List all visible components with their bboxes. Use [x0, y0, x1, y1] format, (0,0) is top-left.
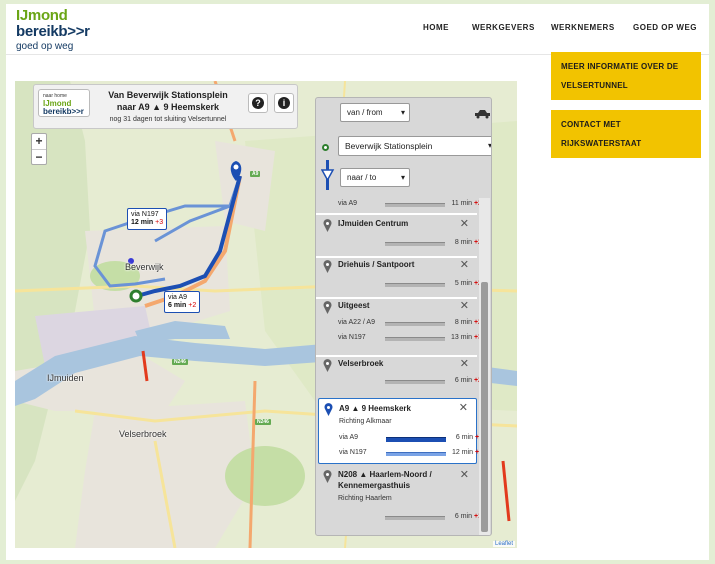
item-subtitle: Richting Alkmaar: [339, 418, 392, 425]
list-item[interactable]: Uitgeest ✕ via A22 / A9 8 min +2 via N19…: [318, 299, 479, 353]
route-map[interactable]: Beverwijk IJmuiden Velserbroek A9 N246 N…: [15, 81, 517, 548]
item-title: Velserbroek: [338, 359, 384, 368]
item-title-line-2: Kennemergasthuis: [338, 481, 411, 490]
contact-rijkswaterstaat-button[interactable]: CONTACT MET RIJKSWATERSTAAT: [551, 110, 701, 158]
help-button[interactable]: ?: [248, 93, 268, 113]
direction-to-select[interactable]: naar / to: [340, 168, 410, 187]
home-button[interactable]: naar home IJmond bereikb>>r: [38, 89, 90, 117]
nav-goed-op-weg[interactable]: GOED OP WEG: [633, 23, 697, 32]
home-button-logo-2: bereikb>>r: [43, 107, 84, 116]
item-title: Driehuis / Santpoort: [338, 260, 415, 269]
shield-a9: A9: [250, 171, 261, 177]
route-row: 8 min +2: [338, 239, 479, 249]
site-logo[interactable]: IJmond bereikb>>r goed op weg: [16, 8, 90, 52]
item-title: Uitgeest: [338, 301, 370, 310]
map-label-velserbroek: Velserbroek: [119, 429, 167, 439]
close-icon[interactable]: ✕: [460, 468, 469, 481]
list-item[interactable]: Driehuis / Santpoort ✕ 5 min +2: [318, 258, 479, 296]
shield-n246-2: N246: [255, 419, 271, 425]
item-title: IJmuiden Centrum: [338, 219, 409, 228]
route-row: 5 min +2: [338, 280, 479, 290]
scrollbar-thumb[interactable]: [481, 282, 488, 532]
location-pin-icon: [323, 301, 332, 314]
zoom-control: + −: [31, 133, 47, 165]
route-row: via N197 13 min +3: [338, 334, 479, 341]
logo-line-2: bereikb>>r: [16, 23, 90, 40]
route-tooltip-a9[interactable]: via A9 6 min +2: [164, 291, 201, 313]
route-row: via N197 12 min +3: [339, 449, 479, 456]
shield-n246-1: N246: [172, 359, 188, 365]
close-icon[interactable]: ✕: [460, 357, 469, 370]
from-location-select[interactable]: Beverwijk Stationsplein: [338, 136, 491, 156]
location-pin-icon: [323, 359, 332, 372]
route-direction-icon: [321, 160, 335, 190]
page: IJmond bereikb>>r goed op weg HOME WERKG…: [6, 4, 709, 560]
help-icon: ?: [252, 97, 264, 109]
close-icon[interactable]: ✕: [459, 401, 468, 414]
route-panel: van / from Beverwijk Stationsplein naar …: [315, 97, 492, 536]
origin-icon: [322, 144, 329, 151]
tooltip-min: 12 min: [131, 219, 154, 226]
info-button[interactable]: i: [274, 93, 294, 113]
tooltip-via: via A9: [168, 294, 188, 301]
zoom-in-button[interactable]: +: [32, 134, 46, 149]
zoom-out-button[interactable]: −: [32, 149, 46, 164]
close-icon[interactable]: ✕: [460, 299, 469, 312]
route-row: via A9 11 min +2: [338, 200, 479, 207]
item-subtitle: Richting Haarlem: [338, 495, 392, 502]
close-icon[interactable]: ✕: [460, 217, 469, 230]
item-title: N208 ▲ Haarlem-Noord /: [338, 470, 432, 479]
route-title-line-2: naar A9 ▲ 9 Heemskerk: [116, 102, 220, 112]
nav-werkgevers[interactable]: WERKGEVERS: [472, 23, 535, 32]
route-row: 6 min +1: [338, 513, 479, 523]
list-item-selected[interactable]: A9 ▲ 9 Heemskerk ✕ Richting Alkmaar via …: [318, 398, 479, 464]
list-item[interactable]: N208 ▲ Haarlem-Noord / Kennemergasthuis …: [318, 468, 479, 530]
velsertunnel-info-button[interactable]: MEER INFORMATIE OVER DE VELSERTUNNEL: [551, 52, 701, 100]
route-info-box: naar home IJmond bereikb>>r Van Beverwij…: [33, 84, 298, 129]
close-icon[interactable]: ✕: [460, 258, 469, 271]
car-icon: [475, 110, 490, 119]
tooltip-delay: +2: [188, 302, 197, 309]
location-pin-icon: [324, 403, 333, 416]
tooltip-delay: +3: [155, 219, 164, 226]
list-scrollbar[interactable]: [479, 198, 490, 535]
route-row: via A9 6 min +2: [339, 434, 479, 442]
nav-werknemers[interactable]: WERKNEMERS: [551, 23, 615, 32]
logo-tagline: goed op weg: [16, 41, 74, 52]
map-label-beverwijk: Beverwijk: [125, 262, 164, 272]
route-row: 6 min +2: [338, 377, 479, 387]
destination-list[interactable]: via A9 11 min +2 IJmuiden Centrum ✕ 8 mi…: [316, 198, 479, 535]
location-pin-icon: [323, 219, 332, 232]
location-pin-icon: [323, 260, 332, 273]
list-item[interactable]: IJmuiden Centrum ✕ 8 min +2: [318, 217, 479, 257]
route-title-line-1: Van Beverwijk Stationsplein: [108, 90, 228, 100]
direction-from-select[interactable]: van / from: [340, 103, 410, 122]
map-label-ijmuiden: IJmuiden: [47, 373, 84, 383]
map-attribution[interactable]: Leaflet: [492, 541, 515, 547]
item-title: A9 ▲ 9 Heemskerk: [339, 404, 411, 413]
location-pin-icon: [323, 470, 332, 483]
list-item[interactable]: Velserbroek ✕ 6 min +2: [318, 357, 479, 395]
route-row: via A22 / A9 8 min +2: [338, 319, 479, 326]
route-tooltip-n197[interactable]: via N197 12 min +3: [127, 208, 168, 230]
logo-line-1: IJmond: [16, 7, 68, 24]
info-icon: i: [278, 97, 290, 109]
tooltip-via: via N197: [131, 211, 159, 218]
nav-home[interactable]: HOME: [423, 23, 449, 32]
tunnel-closure-countdown: nog 31 dagen tot sluiting Velsertunnel: [109, 116, 227, 123]
tooltip-min: 6 min: [168, 302, 187, 309]
